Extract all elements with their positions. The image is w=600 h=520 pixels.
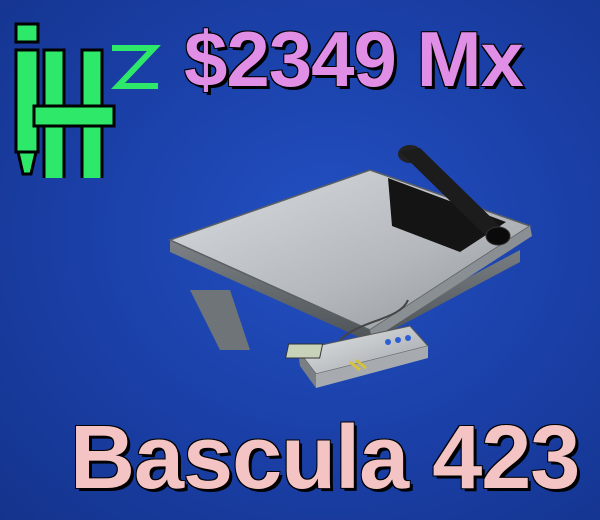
display-lcd xyxy=(285,343,324,359)
logo-superscript-z xyxy=(111,45,161,89)
hz-logo xyxy=(14,22,161,178)
banner-canvas: $2349 Mx Bascula 423 xyxy=(0,0,600,520)
price-label: $2349 Mx xyxy=(184,15,524,103)
product-name: Bascula 423 xyxy=(70,408,580,508)
scale-product-image xyxy=(167,145,532,388)
